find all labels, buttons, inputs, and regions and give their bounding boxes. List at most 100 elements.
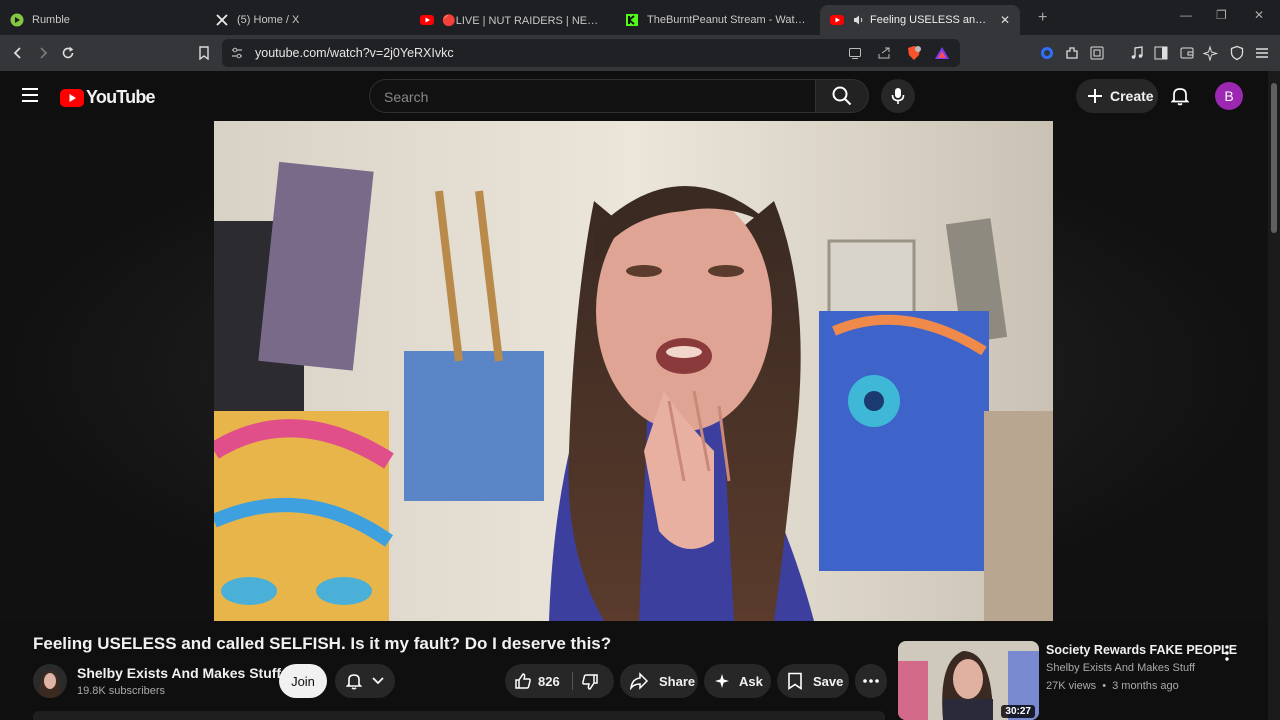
site-settings-icon[interactable] — [230, 46, 244, 65]
recommended-channel-name[interactable]: Shelby Exists And Makes Stuff — [1046, 662, 1195, 674]
tab-label: 🔴LIVE | NUT RAIDERS | NEW YEAR — [442, 14, 605, 27]
search-button[interactable] — [815, 79, 869, 113]
chevron-down-icon — [372, 677, 384, 685]
view-count: 27K views — [1046, 680, 1097, 692]
scrollbar-thumb[interactable] — [1271, 83, 1277, 233]
search-input[interactable]: Search — [369, 79, 817, 113]
hamburger-menu-icon[interactable] — [21, 87, 39, 108]
create-label: Create — [1110, 88, 1154, 104]
bookmark-icon[interactable] — [192, 41, 216, 65]
ask-button[interactable]: Ask — [704, 664, 771, 698]
video-title: Feeling USELESS and called SELFISH. Is i… — [33, 634, 612, 653]
share-icon — [630, 672, 649, 690]
tab-rumble[interactable]: Rumble — [0, 5, 205, 35]
youtube-logo-text: YouTube — [86, 87, 156, 107]
plus-icon — [1088, 89, 1102, 103]
channel-name[interactable]: Shelby Exists And Makes Stuff — [77, 665, 281, 681]
like-dislike-group: 826 — [505, 664, 614, 698]
thumbs-down-icon — [582, 674, 598, 690]
screenshot-icon[interactable] — [1088, 44, 1106, 62]
back-icon[interactable] — [6, 41, 30, 65]
url-text: youtube.com/watch?v=2j0YeRXIvkc — [255, 46, 454, 60]
url-field[interactable]: youtube.com/watch?v=2j0YeRXIvkc — [222, 39, 960, 67]
share-label: Share — [659, 673, 696, 689]
recommended-video-title[interactable]: Society Rewards FAKE PEOPLE — [1046, 643, 1237, 657]
sidebar-icon[interactable] — [1152, 44, 1170, 62]
like-count: 826 — [538, 674, 560, 689]
recommended-video-thumbnail[interactable]: 30:27 — [898, 641, 1039, 720]
youtube-logo[interactable]: YouTube — [60, 87, 156, 108]
sparkle-icon — [715, 674, 729, 688]
search-icon — [832, 86, 852, 106]
share-button[interactable]: Share — [620, 664, 698, 698]
page-scrollbar[interactable] — [1268, 71, 1280, 720]
subscription-bell-button[interactable] — [335, 664, 395, 698]
brave-shields-icon[interactable] — [906, 45, 922, 66]
youtube-logo-icon — [60, 88, 84, 107]
tab-label: Feeling USELESS and called SE — [870, 14, 990, 26]
video-player-area — [0, 121, 1268, 621]
upload-age: 3 months ago — [1112, 680, 1179, 692]
more-vertical-icon — [1225, 645, 1229, 661]
meta-separator: • — [1102, 680, 1107, 692]
voice-search-button[interactable] — [881, 79, 915, 113]
x-icon — [215, 13, 229, 27]
ask-label: Ask — [739, 673, 763, 689]
recommendation-menu-button[interactable] — [1220, 644, 1234, 662]
dislike-button[interactable] — [581, 673, 599, 694]
notifications-bell-icon[interactable] — [1170, 86, 1190, 111]
channel-avatar[interactable] — [33, 664, 67, 698]
close-tab-icon[interactable]: ✕ — [1000, 13, 1010, 27]
save-to-playlist-icon — [788, 672, 802, 690]
bell-icon — [346, 674, 362, 690]
menu-icon[interactable] — [1253, 44, 1271, 62]
vpn-shield-icon[interactable] — [1228, 44, 1246, 62]
wallet-icon[interactable] — [1178, 44, 1196, 62]
new-tab-button[interactable]: + — [1038, 9, 1047, 27]
vpn-icon[interactable] — [1038, 44, 1056, 62]
save-label: Save — [813, 673, 844, 689]
search-placeholder: Search — [384, 89, 429, 105]
share-page-icon[interactable] — [877, 46, 891, 65]
minimize-icon[interactable]: — — [1180, 8, 1192, 22]
tab-label: TheBurntPeanut Stream - Watch Live — [647, 14, 810, 26]
brave-rewards-icon[interactable] — [934, 45, 950, 66]
create-button[interactable]: Create — [1076, 79, 1158, 113]
speaker-icon[interactable] — [852, 13, 866, 27]
account-avatar[interactable]: B — [1215, 82, 1243, 110]
youtube-icon — [830, 13, 844, 27]
join-button[interactable]: Join — [279, 664, 327, 698]
thumbs-up-icon — [515, 673, 531, 689]
tab-live-nut-raiders[interactable]: 🔴LIVE | NUT RAIDERS | NEW YEAR — [410, 5, 615, 35]
rumble-icon — [10, 13, 24, 27]
tab-label: (5) Home / X — [237, 14, 300, 26]
tab-x-home[interactable]: (5) Home / X — [205, 5, 410, 35]
close-window-icon[interactable]: ✕ — [1254, 8, 1264, 22]
video-frame — [214, 121, 1053, 621]
youtube-icon — [420, 13, 434, 27]
video-player[interactable] — [214, 121, 1053, 621]
extensions-icon[interactable] — [1063, 44, 1081, 62]
channel-avatar-image — [33, 664, 67, 698]
tab-feeling-useless[interactable]: Feeling USELESS and called SE ✕ — [820, 5, 1020, 35]
more-horizontal-icon — [863, 679, 879, 683]
cast-icon[interactable] — [848, 46, 862, 65]
tab-burntpeanut-stream[interactable]: TheBurntPeanut Stream - Watch Live — [615, 5, 820, 35]
microphone-icon — [891, 88, 905, 104]
forward-icon[interactable] — [31, 41, 55, 65]
video-duration: 30:27 — [1001, 705, 1035, 718]
more-actions-button[interactable] — [855, 664, 887, 698]
description-box-edge — [33, 711, 885, 720]
reload-icon[interactable] — [56, 41, 80, 65]
recommended-video-meta: 27K views • 3 months ago — [1046, 680, 1179, 692]
tab-label: Rumble — [32, 14, 70, 26]
restore-icon[interactable]: ❐ — [1216, 8, 1227, 22]
media-icon[interactable] — [1128, 44, 1146, 62]
like-divider — [572, 672, 573, 690]
like-button[interactable] — [514, 672, 532, 693]
youtube-header: YouTube Search Create B — [0, 71, 1280, 121]
leo-ai-icon[interactable] — [1202, 44, 1220, 62]
subscriber-count: 19.8K subscribers — [77, 685, 166, 697]
kick-icon — [625, 13, 639, 27]
save-button[interactable]: Save — [777, 664, 849, 698]
